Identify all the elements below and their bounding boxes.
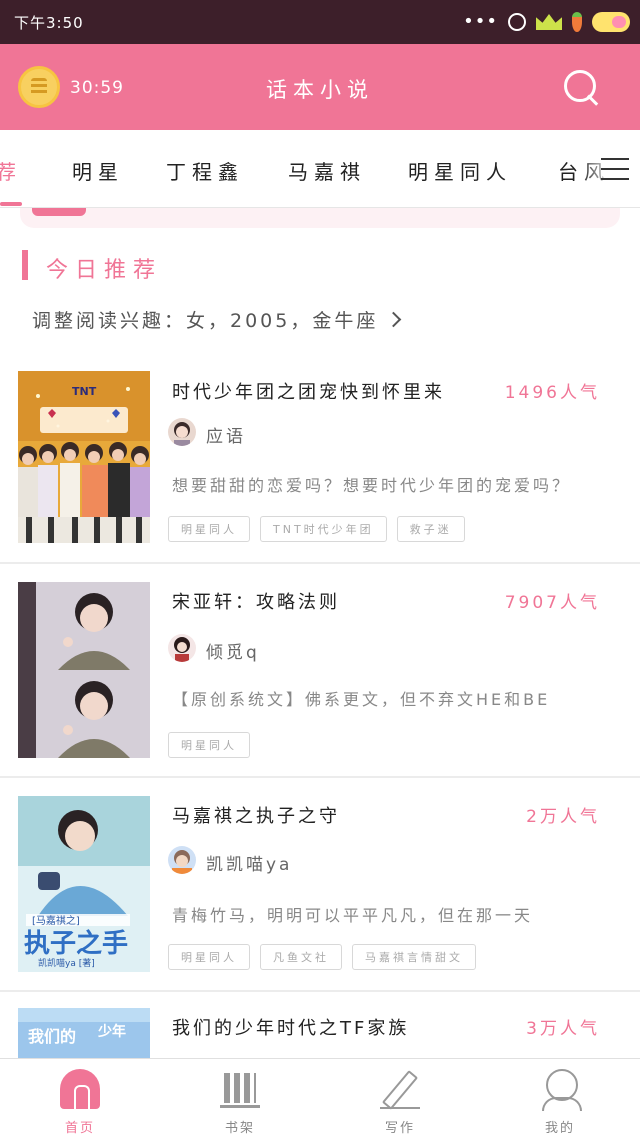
carrot-icon: [572, 12, 582, 32]
nav-home[interactable]: 首页: [20, 1067, 140, 1137]
status-icons: •••: [463, 10, 630, 34]
profile-icon: [540, 1069, 582, 1111]
reading-interest-text: 调整阅读兴趣：女，2005，金牛座: [32, 310, 379, 332]
svg-text:少年: 少年: [97, 1023, 126, 1040]
book-tag[interactable]: TNT时代少年团: [260, 516, 387, 542]
book-tag[interactable]: 救子迷: [396, 516, 465, 542]
banner-card[interactable]: [20, 208, 620, 228]
nav-label: 我的: [544, 1121, 575, 1136]
book-title[interactable]: 马嘉祺之执子之守: [172, 802, 502, 828]
book-tag[interactable]: 明星同人: [168, 516, 250, 542]
book-card[interactable]: [马嘉祺之] 执子之手 凯凯喵ya [著] 马嘉祺之执子之守 2万人气 凯凯喵y…: [0, 778, 640, 990]
book-cover-image[interactable]: TNT: [18, 371, 150, 543]
book-cover-image[interactable]: [马嘉祺之] 执子之手 凯凯喵ya [著]: [18, 796, 150, 972]
popularity-count: 3万人气: [526, 1019, 600, 1039]
tab-ding-chengxin[interactable]: 丁程鑫: [166, 156, 244, 185]
category-tab-bar: 荐 明星 丁程鑫 马嘉祺 明星同人 台风: [0, 130, 640, 208]
nav-profile[interactable]: 我的: [500, 1067, 620, 1137]
book-cover-image[interactable]: [18, 582, 150, 758]
bottom-navigation: 首页 书架 写作 我的: [0, 1058, 640, 1138]
book-tag[interactable]: 明星同人: [168, 944, 250, 970]
chevron-right-icon: [386, 311, 402, 328]
hamburger-menu-icon[interactable]: [601, 158, 629, 180]
status-bar: 下午3:50 •••: [0, 0, 640, 44]
book-tags: 明星同人 TNT时代少年团 救子迷: [168, 516, 465, 542]
popularity-count: 7907人气: [504, 593, 600, 613]
status-time: 下午3:50: [14, 14, 84, 32]
nav-bookshelf[interactable]: 书架: [180, 1067, 300, 1137]
more-dots-icon: •••: [463, 11, 498, 32]
book-cover-image[interactable]: 我们的 少年: [18, 1008, 150, 1058]
alarm-icon: [508, 13, 526, 31]
author-avatar[interactable]: [168, 634, 196, 662]
app-header: 30:59 话本小说: [0, 44, 640, 130]
book-title[interactable]: 时代少年团之团宠快到怀里来: [172, 378, 502, 404]
book-description: 【原创系统文】佛系更文，但不弃文HE和BE: [172, 690, 551, 709]
svg-text:[马嘉祺之]: [马嘉祺之]: [32, 914, 80, 927]
book-card[interactable]: 宋亚轩：攻略法则 7907人气 倾觅q 【原创系统文】佛系更文，但不弃文HE和B…: [0, 564, 640, 776]
section-title: 今日推荐: [46, 258, 163, 283]
tab-star-fanfic[interactable]: 明星同人: [408, 156, 512, 185]
bookshelf-icon: [220, 1069, 260, 1109]
section-accent-bar: [22, 250, 28, 280]
nav-label: 写作: [384, 1121, 415, 1136]
app-title: 话本小说: [266, 78, 374, 102]
popularity-count: 1496人气: [504, 383, 600, 403]
book-description: 想要甜甜的恋爱吗？想要时代少年团的宠爱吗？: [172, 476, 572, 495]
tab-ma-jiaqi[interactable]: 马嘉祺: [288, 156, 366, 185]
cloud-icon: [592, 12, 630, 32]
tab-stars[interactable]: 明星: [72, 156, 124, 185]
book-tags: 明星同人 凡鱼文社 马嘉祺言情甜文: [168, 944, 476, 970]
svg-text:我们的: 我们的: [28, 1027, 76, 1046]
author-avatar[interactable]: [168, 846, 196, 874]
author-name[interactable]: 倾觅q: [206, 638, 260, 663]
svg-text:TNT: TNT: [72, 385, 97, 398]
book-tag[interactable]: 凡鱼文社: [260, 944, 342, 970]
svg-text:执子之手: 执子之手: [24, 928, 128, 959]
crown-icon: [536, 14, 562, 30]
popularity-count: 2万人气: [526, 807, 600, 827]
book-card[interactable]: TNT 时代少年团之团宠快到怀里来 1496人气 应语 想要甜甜的恋爱吗？想要时…: [0, 356, 640, 562]
book-tag[interactable]: 明星同人: [168, 732, 250, 758]
book-tag[interactable]: 马嘉祺言情甜文: [352, 944, 476, 970]
book-description: 青梅竹马，明明可以平平凡凡，但在那一天: [172, 906, 534, 925]
search-icon[interactable]: [562, 68, 600, 106]
book-card[interactable]: 我们的 少年 我们的少年时代之TF家族 3万人气: [0, 992, 640, 1058]
svg-text:凯凯喵ya [著]: 凯凯喵ya [著]: [38, 957, 95, 969]
author-name[interactable]: 应语: [206, 422, 246, 447]
pen-icon: [380, 1069, 420, 1109]
tab-recommend[interactable]: 荐: [0, 156, 22, 185]
nav-label: 书架: [224, 1121, 255, 1136]
reading-interest-link[interactable]: 调整阅读兴趣：女，2005，金牛座: [32, 306, 402, 333]
active-tab-indicator: [0, 202, 22, 206]
book-tags: 明星同人: [168, 732, 250, 758]
nav-label: 首页: [64, 1121, 95, 1136]
home-icon: [60, 1069, 100, 1111]
book-title[interactable]: 我们的少年时代之TF家族: [172, 1014, 502, 1040]
author-name[interactable]: 凯凯喵ya: [206, 850, 292, 875]
nav-write[interactable]: 写作: [340, 1067, 460, 1137]
book-title[interactable]: 宋亚轩：攻略法则: [172, 588, 502, 614]
author-avatar[interactable]: [168, 418, 196, 446]
